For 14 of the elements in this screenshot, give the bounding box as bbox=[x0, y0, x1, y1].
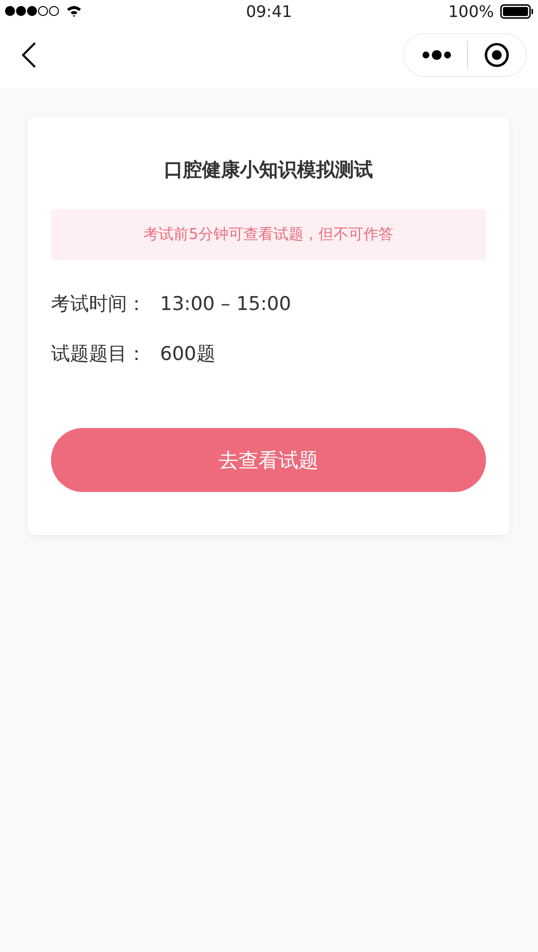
notice-banner: 考试前5分钟可查看试题，但不可作答 bbox=[51, 209, 486, 260]
info-label: 试题题目： bbox=[51, 342, 146, 367]
info-value: 13:00 – 15:00 bbox=[160, 292, 292, 317]
wifi-icon bbox=[66, 5, 82, 17]
more-icon[interactable] bbox=[422, 50, 452, 60]
status-time: 09:41 bbox=[246, 2, 292, 20]
signal-icon bbox=[4, 5, 60, 17]
view-questions-button[interactable]: 去查看试题 bbox=[51, 428, 486, 492]
exam-title: 口腔健康小知识模拟测试 bbox=[164, 158, 373, 183]
info-label: 考试时间： bbox=[51, 292, 146, 317]
back-icon[interactable] bbox=[22, 42, 36, 68]
battery-percentage: 100% bbox=[448, 2, 494, 20]
battery-icon bbox=[500, 4, 534, 18]
info-value: 600题 bbox=[160, 342, 216, 367]
